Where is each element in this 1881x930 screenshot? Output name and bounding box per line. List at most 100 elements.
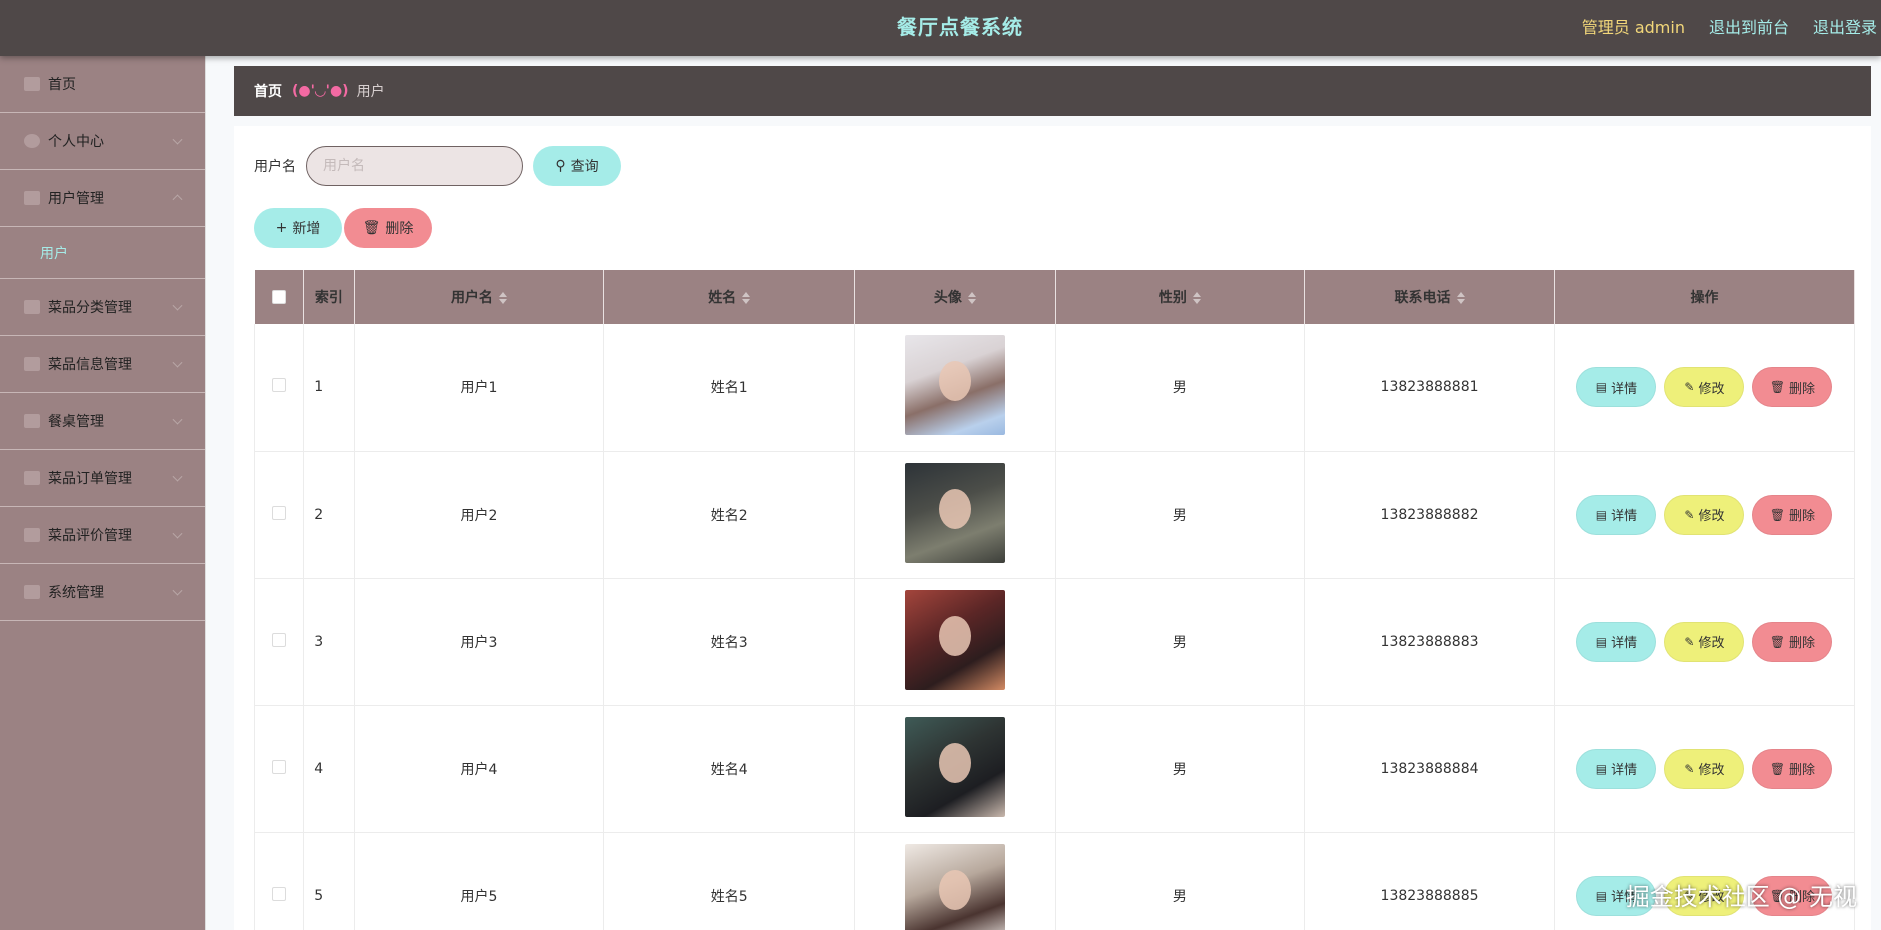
document-icon: ▤ <box>1595 634 1608 649</box>
breadcrumb: 首页 (●'◡'●) 用户 <box>234 66 1871 116</box>
batch-delete-label: 删除 <box>385 221 414 237</box>
logout-link[interactable]: 退出登录 <box>1813 14 1877 38</box>
detail-button[interactable]: ▤ 详情 <box>1576 367 1657 408</box>
sidebar-item-rating-management[interactable]: 菜品评价管理 <box>0 507 205 564</box>
row-checkbox[interactable] <box>272 378 287 393</box>
edit-button[interactable]: ✎ 修改 <box>1664 748 1745 789</box>
table-row: 1 用户1 姓名1 男 13823888881 ▤ 详情 ✎ 修改 🗑 删除 <box>253 324 1856 452</box>
main-content: 首页 (●'◡'●) 用户 用户名 ⚲ 查询 + 新增 🗑 删除 <box>206 56 1881 930</box>
settings-icon <box>24 585 40 599</box>
sidebar-item-system-management[interactable]: 系统管理 <box>0 564 205 621</box>
chevron-down-icon <box>172 300 183 311</box>
trash-icon: 🗑 <box>1769 634 1786 649</box>
avatar[interactable] <box>904 843 1005 930</box>
row-actions: ▤ 详情 ✎ 修改 🗑 删除 <box>1555 367 1854 408</box>
chevron-down-icon <box>172 357 183 368</box>
sidebar-item-home[interactable]: 首页 <box>0 56 205 113</box>
search-input[interactable] <box>306 146 523 186</box>
detail-button[interactable]: ▤ 详情 <box>1576 748 1657 789</box>
edit-button[interactable]: ✎ 修改 <box>1664 621 1745 662</box>
column-header-username[interactable]: 用户名 <box>354 270 605 324</box>
cell-gender: 男 <box>1055 451 1306 579</box>
sort-icon[interactable] <box>1192 292 1201 304</box>
user-icon <box>24 134 40 148</box>
column-header-phone[interactable]: 联系电话 <box>1304 270 1555 324</box>
sidebar-subitem-user[interactable]: 用户 <box>0 227 205 279</box>
search-label: 用户名 <box>254 159 296 175</box>
cell-avatar <box>854 451 1056 579</box>
rating-icon <box>24 528 40 542</box>
sort-icon[interactable] <box>967 292 976 304</box>
column-header-gender[interactable]: 性别 <box>1055 270 1306 324</box>
edit-button[interactable]: ✎ 修改 <box>1664 367 1745 408</box>
cell-name: 姓名3 <box>603 578 856 706</box>
top-header: 餐厅点餐系统 管理员 admin 退出到前台 退出登录 <box>0 0 1881 56</box>
sidebar-item-user-management[interactable]: 用户管理 <box>0 170 205 227</box>
row-checkbox[interactable] <box>272 886 287 901</box>
edit-button[interactable]: ✎ 修改 <box>1664 494 1745 535</box>
sidebar-item-dish-category[interactable]: 菜品分类管理 <box>0 279 205 336</box>
cell-name: 姓名2 <box>603 451 856 579</box>
delete-button[interactable]: 🗑 删除 <box>1752 621 1833 662</box>
column-header-avatar[interactable]: 头像 <box>854 270 1056 324</box>
sidebar-item-label: 餐桌管理 <box>48 414 104 430</box>
sort-icon[interactable] <box>1456 292 1465 304</box>
breadcrumb-current: 用户 <box>356 84 385 100</box>
select-all-cell <box>254 270 305 324</box>
chevron-down-icon <box>172 471 183 482</box>
chevron-down-icon <box>172 414 183 425</box>
cell-avatar <box>854 578 1056 706</box>
sort-icon[interactable] <box>498 292 507 304</box>
breadcrumb-home[interactable]: 首页 <box>254 81 282 101</box>
cell-gender: 男 <box>1055 832 1306 930</box>
delete-button[interactable]: 🗑 删除 <box>1752 748 1833 789</box>
cell-username: 用户2 <box>354 451 605 579</box>
cell-avatar <box>854 832 1056 930</box>
delete-button[interactable]: 🗑 删除 <box>1752 367 1833 408</box>
row-checkbox[interactable] <box>272 632 287 647</box>
avatar[interactable] <box>904 589 1005 690</box>
batch-delete-button[interactable]: 🗑 删除 <box>344 208 432 248</box>
users-icon <box>24 191 40 205</box>
sidebar-item-profile[interactable]: 个人中心 <box>0 113 205 170</box>
avatar[interactable] <box>904 462 1005 563</box>
document-icon: ▤ <box>1595 761 1608 776</box>
sidebar-item-label: 个人中心 <box>48 134 104 150</box>
order-icon <box>24 471 40 485</box>
delete-button-label: 删除 <box>1789 636 1816 651</box>
row-actions: ▤ 详情 ✎ 修改 🗑 删除 <box>1555 621 1854 662</box>
cell-name: 姓名5 <box>603 832 856 930</box>
avatar[interactable] <box>904 335 1005 436</box>
detail-button[interactable]: ▤ 详情 <box>1576 621 1657 662</box>
column-header-name[interactable]: 姓名 <box>603 270 856 324</box>
cell-actions: ▤ 详情 ✎ 修改 🗑 删除 <box>1554 705 1856 833</box>
exit-to-front-link[interactable]: 退出到前台 <box>1709 14 1789 38</box>
sidebar-item-order-management[interactable]: 菜品订单管理 <box>0 450 205 507</box>
delete-button-label: 删除 <box>1789 763 1816 778</box>
table-header-row: 索引 用户名 姓名 头像 性别 联系电话 操作 <box>254 270 1856 324</box>
sort-icon[interactable] <box>742 292 751 304</box>
delete-button[interactable]: 🗑 删除 <box>1752 494 1833 535</box>
select-all-checkbox[interactable] <box>271 290 286 304</box>
pencil-icon: ✎ <box>1684 380 1695 395</box>
chevron-down-icon <box>172 528 183 539</box>
detail-button[interactable]: ▤ 详情 <box>1576 494 1657 535</box>
sidebar-item-table-management[interactable]: 餐桌管理 <box>0 393 205 450</box>
query-button[interactable]: ⚲ 查询 <box>533 146 621 186</box>
sidebar-item-dish-info[interactable]: 菜品信息管理 <box>0 336 205 393</box>
edit-button-label: 修改 <box>1698 509 1725 524</box>
row-checkbox[interactable] <box>272 759 287 774</box>
add-button[interactable]: + 新增 <box>254 208 342 248</box>
sidebar-item-label: 用户管理 <box>48 191 104 207</box>
cell-phone: 13823888884 <box>1304 705 1555 833</box>
row-select-cell <box>253 832 305 930</box>
avatar[interactable] <box>904 716 1005 817</box>
watermark: 掘金技术社区 @ 无视 <box>1625 883 1857 911</box>
home-icon <box>24 77 40 91</box>
search-icon: ⚲ <box>555 158 566 174</box>
row-checkbox[interactable] <box>272 505 287 520</box>
user-table: 索引 用户名 姓名 头像 性别 联系电话 操作 1 用户1 姓名1 男 1382… <box>253 270 1856 930</box>
pencil-icon: ✎ <box>1684 634 1695 649</box>
row-select-cell <box>253 451 305 579</box>
sidebar-item-label: 菜品订单管理 <box>48 471 132 487</box>
